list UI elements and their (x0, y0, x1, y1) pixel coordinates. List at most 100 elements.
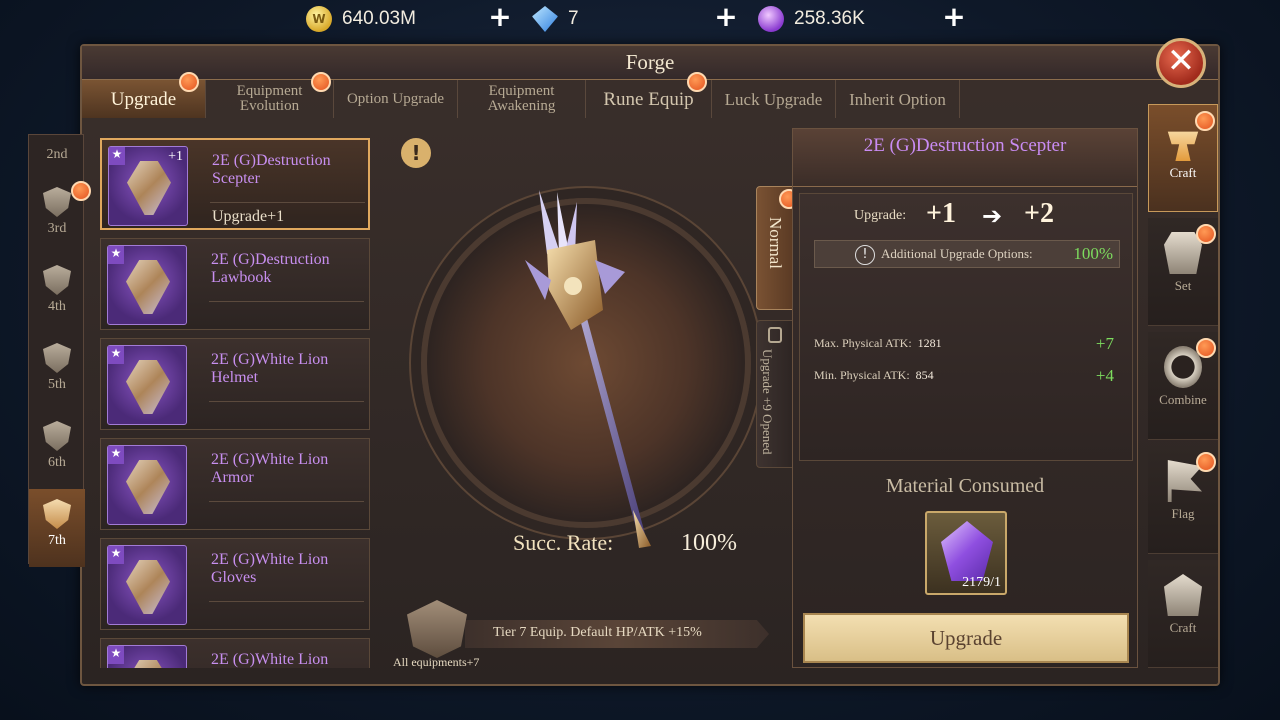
stat-label: Min. Physical ATK: (814, 368, 910, 382)
item-name: 2E (G)White Lion Helmet (211, 351, 329, 386)
tab-rune-equip[interactable]: Rune Equip (586, 72, 712, 118)
stat-value: 1281 (917, 336, 942, 350)
tier-6th[interactable]: 6th (29, 411, 85, 489)
add-crystal-button[interactable]: + (942, 3, 966, 31)
item-name: 2E (G)White Lion Gloves (211, 551, 329, 586)
armor-icon (126, 460, 170, 514)
nav-set[interactable]: Set (1148, 218, 1218, 326)
star-icon: ★ (109, 147, 125, 165)
stat-min-physical-atk: Min. Physical ATK: 854 (814, 368, 934, 383)
add-diamond-button[interactable]: + (714, 3, 738, 31)
item-name: 2E (G)Destruction Lawbook (211, 251, 330, 286)
gloves-icon (126, 560, 170, 614)
info-icon[interactable]: ! (855, 245, 875, 265)
tab-luck-upgrade[interactable]: Luck Upgrade (712, 80, 836, 118)
equipment-list: ★ +1 2E (G)Destruction Scepter Upgrade+1… (92, 128, 380, 668)
gold-currency: W 640.03M (306, 4, 416, 34)
diamond-icon (532, 6, 558, 32)
notification-dot (1195, 111, 1215, 131)
tier-4th[interactable]: 4th (29, 255, 85, 333)
tier-2nd[interactable]: 2nd (29, 135, 85, 175)
equipment-thumbnail: ★ +1 (108, 146, 188, 226)
tier-label: 4th (48, 299, 66, 314)
equipment-icon (126, 660, 170, 668)
tab-equipment-evolution[interactable]: Equipment Evolution (206, 72, 334, 118)
tab-inherit-option[interactable]: Inherit Option (836, 80, 960, 118)
tier-shield-icon (43, 421, 71, 451)
equipment-item-destruction-scepter[interactable]: ★ +1 2E (G)Destruction Scepter Upgrade+1 (100, 138, 370, 230)
info-warning-icon[interactable]: ! (401, 138, 431, 168)
nav-label: Set (1174, 278, 1192, 293)
equipment-item-destruction-lawbook[interactable]: ★ 2E (G)Destruction Lawbook (100, 238, 370, 330)
tab-label: Option Upgrade (346, 90, 445, 107)
additional-upgrade-options: ! Additional Upgrade Options: 100% (814, 240, 1120, 268)
equipment-preview: ! Succ. Rate: 100% Tier 7 Equip. Default… (385, 128, 785, 669)
add-gold-button[interactable]: + (488, 3, 512, 31)
tier-bonus-text: Tier 7 Equip. Default HP/ATK +15% (493, 625, 702, 640)
tab-upgrade-plus9-label: Upgrade +9 Opened (760, 349, 775, 455)
star-icon: ★ (108, 546, 124, 564)
upgrade-button[interactable]: Upgrade (803, 613, 1129, 663)
close-button[interactable]: ✕ (1156, 38, 1206, 88)
arrow-right-icon: ➔ (982, 202, 1003, 230)
item-name: 2E (G)Destruction Scepter (212, 152, 331, 187)
additional-options-value: 100% (1073, 244, 1113, 263)
tier-emblem-icon[interactable] (407, 600, 467, 658)
tier-3rd[interactable]: 3rd (29, 177, 91, 255)
star-icon: ★ (108, 646, 124, 664)
stat-max-physical-atk: Max. Physical ATK: 1281 (814, 336, 942, 351)
tier-bonus-bar: Tier 7 Equip. Default HP/ATK +15% (465, 620, 769, 648)
currency-bar: W 640.03M + 7 + 258.36K + (300, 0, 980, 38)
divider (209, 301, 364, 302)
equipment-thumbnail: ★ (107, 245, 187, 325)
item-name: 2E (G)White Lion (211, 651, 329, 668)
nav-craft-2[interactable]: Craft (1148, 560, 1218, 668)
crystal-value: 258.36K (794, 8, 865, 29)
equipment-item-white-lion-armor[interactable]: ★ 2E (G)White Lion Armor (100, 438, 370, 530)
forge-tabs: Upgrade Equipment Evolution Option Upgra… (82, 72, 960, 118)
item-upgrade-level: Upgrade+1 (212, 208, 285, 225)
material-consumed-label: Material Consumed (885, 475, 1045, 497)
equipment-item-white-lion-gloves[interactable]: ★ 2E (G)White Lion Gloves (100, 538, 370, 630)
tier-sidebar: 2nd 3rd 4th 5th 6th 7th (28, 134, 91, 567)
equipment-item-white-lion[interactable]: ★ 2E (G)White Lion (100, 638, 370, 668)
tab-upgrade-plus9[interactable]: Upgrade +9 Opened (756, 320, 794, 468)
tab-normal-label: Normal (766, 217, 785, 269)
stat-increase: +4 (1095, 366, 1114, 385)
divider (209, 401, 364, 402)
gold-coin-icon: W (306, 6, 332, 32)
nav-label: Craft (1169, 165, 1197, 180)
craft-helmet-icon (1164, 574, 1202, 616)
tab-upgrade[interactable]: Upgrade (82, 72, 206, 118)
purple-crystal-icon (941, 521, 993, 581)
divider (210, 202, 365, 203)
nav-flag[interactable]: Flag (1148, 446, 1218, 554)
tab-label: Luck Upgrade (724, 89, 823, 109)
equipment-thumbnail: ★ (107, 445, 187, 525)
tab-option-upgrade[interactable]: Option Upgrade (334, 80, 458, 118)
material-slot[interactable]: 2179/1 (925, 511, 1007, 595)
tier-label: 2nd (46, 147, 68, 162)
tab-label: Inherit Option (849, 89, 946, 109)
tab-normal[interactable]: Normal (756, 186, 799, 310)
item-name: 2E (G)White Lion Armor (211, 451, 329, 486)
notification-dot (179, 72, 199, 92)
window-title: Forge (625, 50, 675, 74)
nav-combine[interactable]: Combine (1148, 332, 1218, 440)
tier-7th[interactable]: 7th (29, 489, 85, 567)
lock-icon (768, 327, 782, 343)
star-icon: ★ (108, 446, 124, 464)
nav-label: Flag (1171, 506, 1195, 521)
tab-label: Equipment Awakening (487, 83, 556, 114)
notification-dot (687, 72, 707, 92)
upgrade-label: Upgrade: (854, 208, 907, 223)
tier-5th[interactable]: 5th (29, 333, 85, 411)
lawbook-icon (126, 260, 170, 314)
equipment-item-white-lion-helmet[interactable]: ★ 2E (G)White Lion Helmet (100, 338, 370, 430)
tab-equipment-awakening[interactable]: Equipment Awakening (458, 80, 586, 118)
nav-craft[interactable]: Craft (1148, 104, 1218, 212)
notification-dot (311, 72, 331, 92)
success-rate-label: Succ. Rate: (513, 530, 614, 555)
all-equipment-bonus: All equipments+7 (393, 655, 480, 669)
notification-dot (1196, 224, 1216, 244)
